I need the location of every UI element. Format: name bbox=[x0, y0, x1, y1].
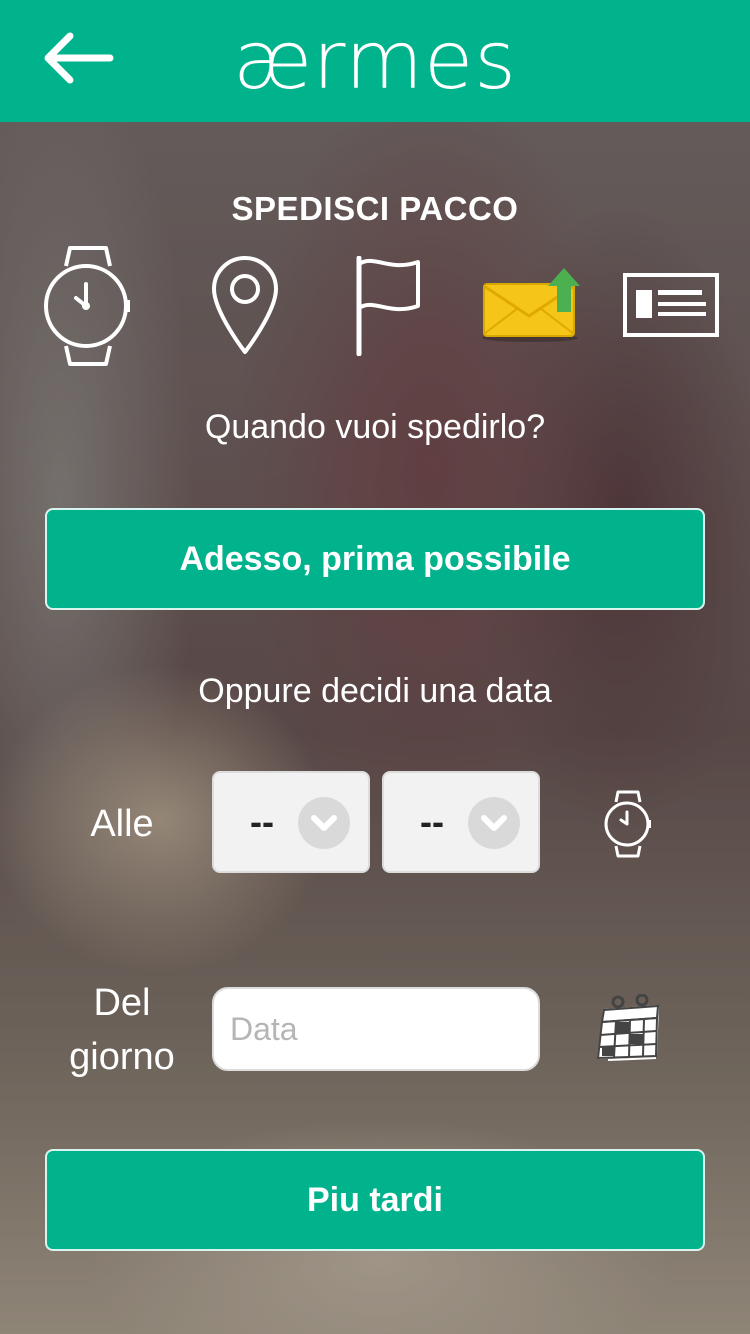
flag-icon bbox=[356, 255, 420, 357]
hour-select[interactable]: -- bbox=[212, 771, 370, 873]
calendar-button[interactable] bbox=[594, 993, 664, 1069]
envelope-upload-icon bbox=[482, 268, 580, 342]
or-choose-date-text: Oppure decidi una data bbox=[198, 672, 552, 710]
date-label: Del giorno bbox=[52, 976, 192, 1084]
time-watch-button[interactable] bbox=[604, 790, 652, 863]
minute-select[interactable]: -- bbox=[382, 771, 540, 873]
step-location[interactable] bbox=[210, 254, 280, 361]
chevron-down-icon bbox=[468, 797, 520, 849]
time-label: Alle bbox=[90, 803, 154, 845]
later-button[interactable]: Piu tardi bbox=[45, 1149, 705, 1251]
watch-icon bbox=[44, 246, 130, 366]
hour-value: -- bbox=[250, 801, 274, 842]
step-id-card[interactable] bbox=[622, 272, 720, 343]
step-envelope[interactable] bbox=[480, 264, 584, 349]
step-flag[interactable] bbox=[354, 255, 424, 361]
step-indicator bbox=[0, 240, 750, 370]
id-card-icon bbox=[623, 273, 719, 337]
watch-icon bbox=[604, 790, 651, 858]
page-title: SPEDISCI PACCO bbox=[231, 190, 519, 227]
question-text: Quando vuoi spedirlo? bbox=[204, 408, 546, 446]
app-logo: ærmes bbox=[233, 14, 517, 107]
step-watch[interactable] bbox=[44, 244, 132, 373]
date-input[interactable] bbox=[212, 987, 540, 1071]
send-now-button[interactable]: Adesso, prima possibile bbox=[45, 508, 705, 610]
location-pin-icon bbox=[212, 256, 278, 354]
date-label-line1: Del bbox=[93, 982, 151, 1024]
minute-value: -- bbox=[420, 801, 444, 842]
chevron-down-icon bbox=[298, 797, 350, 849]
calendar-icon bbox=[596, 993, 660, 1061]
top-bar: ærmes bbox=[0, 0, 750, 122]
date-label-line2: giorno bbox=[69, 1036, 175, 1078]
